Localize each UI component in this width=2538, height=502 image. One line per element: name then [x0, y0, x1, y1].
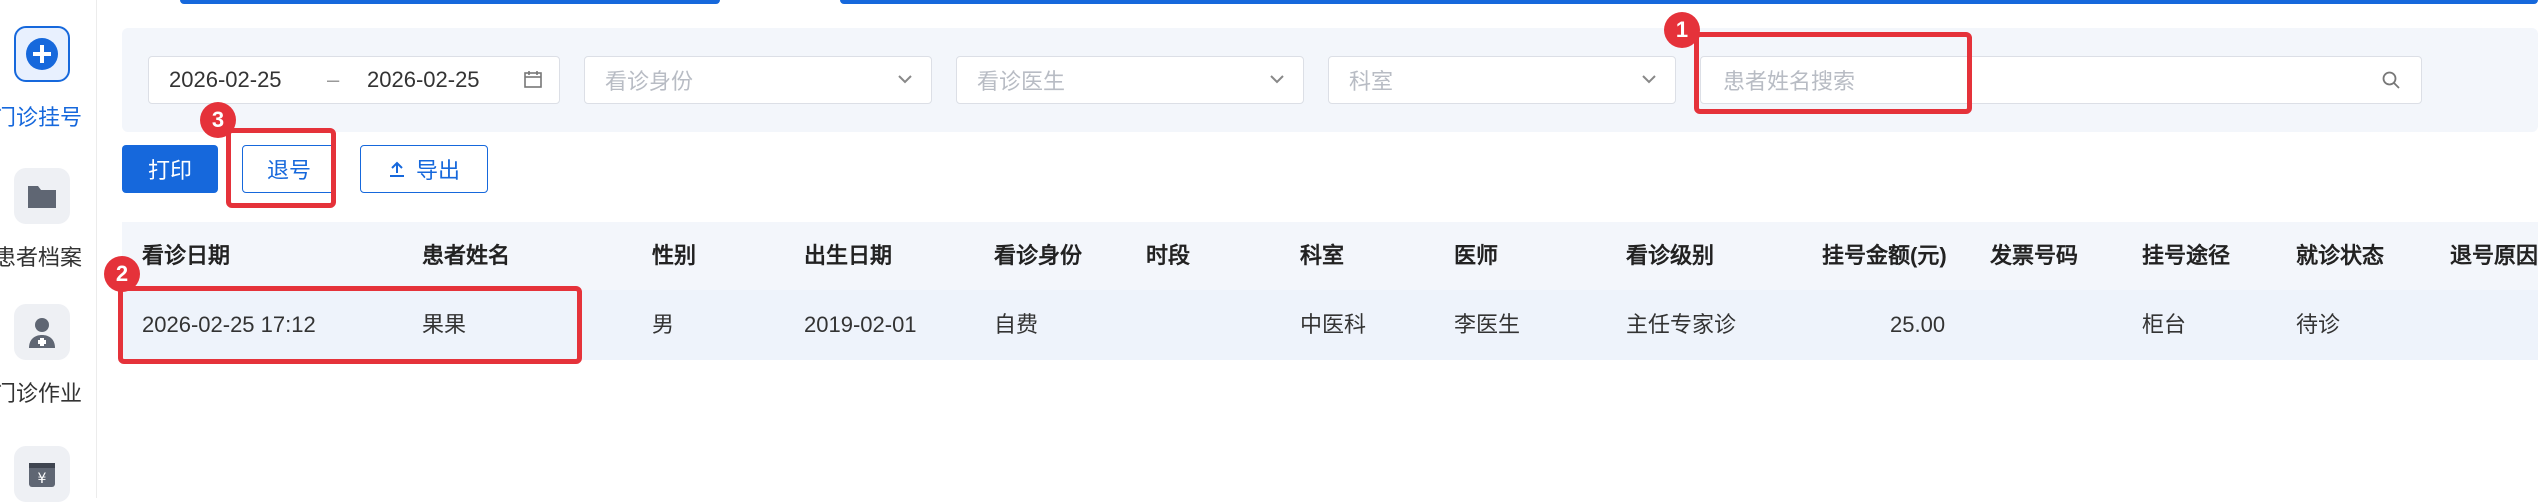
top-tab-indicator-left	[180, 0, 720, 4]
cell-gender: 男	[652, 312, 675, 337]
doctor-icon	[14, 304, 70, 360]
highlight-box-search	[1694, 32, 1972, 114]
date-range-picker[interactable]: 2026-02-25 – 2026-02-25	[148, 56, 560, 104]
cell-visit-status: 待诊	[2296, 312, 2341, 337]
chevron-down-icon	[1267, 69, 1287, 95]
cell-visit-level: 主任专家诊	[1626, 312, 1737, 337]
date-end: 2026-02-25	[367, 67, 480, 92]
column-header-fee: 挂号金额(元)	[1822, 243, 1947, 268]
folder-icon	[14, 168, 70, 224]
cell-physician: 李医生	[1454, 312, 1521, 337]
doctor-select[interactable]: 看诊医生	[956, 56, 1304, 104]
column-header-refund-reason: 退号原因	[2450, 243, 2538, 268]
sidebar-item-patient-records[interactable]: 患者档案	[0, 168, 96, 278]
sidebar-item-label: 患者档案	[0, 245, 83, 270]
cell-department: 中医科	[1300, 312, 1367, 337]
column-header-patient-name: 患者姓名	[422, 243, 511, 268]
date-separator: –	[327, 67, 340, 92]
column-header-invoice-no: 发票号码	[1990, 243, 2079, 268]
sidebar: 门诊挂号 患者档案 门诊作业 ¥	[0, 0, 97, 502]
cell-channel: 柜台	[2142, 312, 2187, 337]
cell-visit-identity: 自费	[994, 312, 1039, 337]
department-placeholder: 科室	[1349, 69, 1394, 94]
visit-identity-select[interactable]: 看诊身份	[584, 56, 932, 104]
svg-text:¥: ¥	[38, 471, 47, 487]
column-header-birth-date: 出生日期	[804, 243, 893, 268]
visit-identity-placeholder: 看诊身份	[605, 69, 694, 94]
highlight-box-row	[118, 286, 582, 364]
sidebar-item-label: 门诊作业	[0, 381, 83, 406]
calendar-icon	[523, 69, 543, 95]
annotation-badge-1: 1	[1664, 12, 1700, 48]
export-label: 导出	[415, 158, 460, 183]
upload-icon	[388, 160, 406, 178]
column-header-visit-date: 看诊日期	[142, 243, 231, 268]
annotation-badge-2: 2	[104, 256, 140, 292]
print-button[interactable]: 打印	[122, 145, 218, 193]
column-header-channel: 挂号途径	[2142, 243, 2231, 268]
date-start: 2026-02-25	[169, 67, 282, 92]
column-header-visit-identity: 看诊身份	[994, 243, 1083, 268]
yen-icon: ¥	[14, 446, 70, 502]
chevron-down-icon	[1639, 69, 1659, 95]
doctor-placeholder: 看诊医生	[977, 69, 1066, 94]
sidebar-item-billing[interactable]: ¥	[0, 446, 96, 502]
search-icon[interactable]	[2381, 70, 2401, 96]
cell-birth-date: 2019-02-01	[804, 312, 917, 337]
cell-fee: 25.00	[1890, 312, 1946, 337]
sidebar-item-outpatient-work[interactable]: 门诊作业	[0, 304, 96, 414]
highlight-box-refund	[226, 128, 336, 208]
column-header-visit-status: 就诊状态	[2296, 243, 2385, 268]
department-select[interactable]: 科室	[1328, 56, 1676, 104]
column-header-time-slot: 时段	[1146, 243, 1191, 268]
export-button[interactable]: 导出	[360, 145, 488, 193]
column-header-department: 科室	[1300, 243, 1345, 268]
plus-circle-icon	[14, 26, 70, 82]
column-header-physician: 医师	[1454, 243, 1499, 268]
column-header-gender: 性别	[652, 243, 697, 268]
sidebar-item-label: 门诊挂号	[0, 105, 83, 130]
column-header-visit-level: 看诊级别	[1626, 243, 1715, 268]
table-header: 看诊日期 患者姓名 性别 出生日期 看诊身份 时段 科室 医师 看诊级别 挂号金…	[122, 222, 2538, 290]
chevron-down-icon	[895, 69, 915, 95]
annotation-badge-3: 3	[200, 102, 236, 138]
sidebar-item-registration[interactable]: 门诊挂号	[0, 26, 96, 136]
top-tab-indicator-right	[840, 0, 2538, 4]
